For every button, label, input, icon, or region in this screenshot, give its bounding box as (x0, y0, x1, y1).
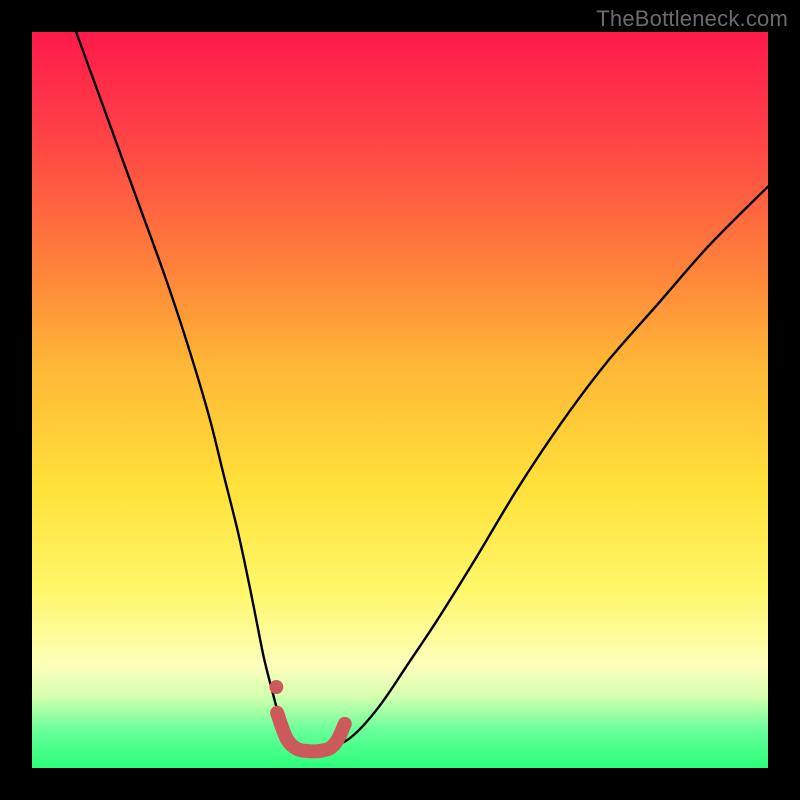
curve-left-branch (76, 32, 292, 747)
curve-layer (32, 32, 768, 768)
watermark-text: TheBottleneck.com (596, 6, 788, 32)
valley-highlight (277, 713, 345, 752)
chart-frame: TheBottleneck.com (0, 0, 800, 800)
curve-right-branch (334, 187, 768, 748)
highlight-dot (269, 680, 283, 694)
plot-area (32, 32, 768, 768)
